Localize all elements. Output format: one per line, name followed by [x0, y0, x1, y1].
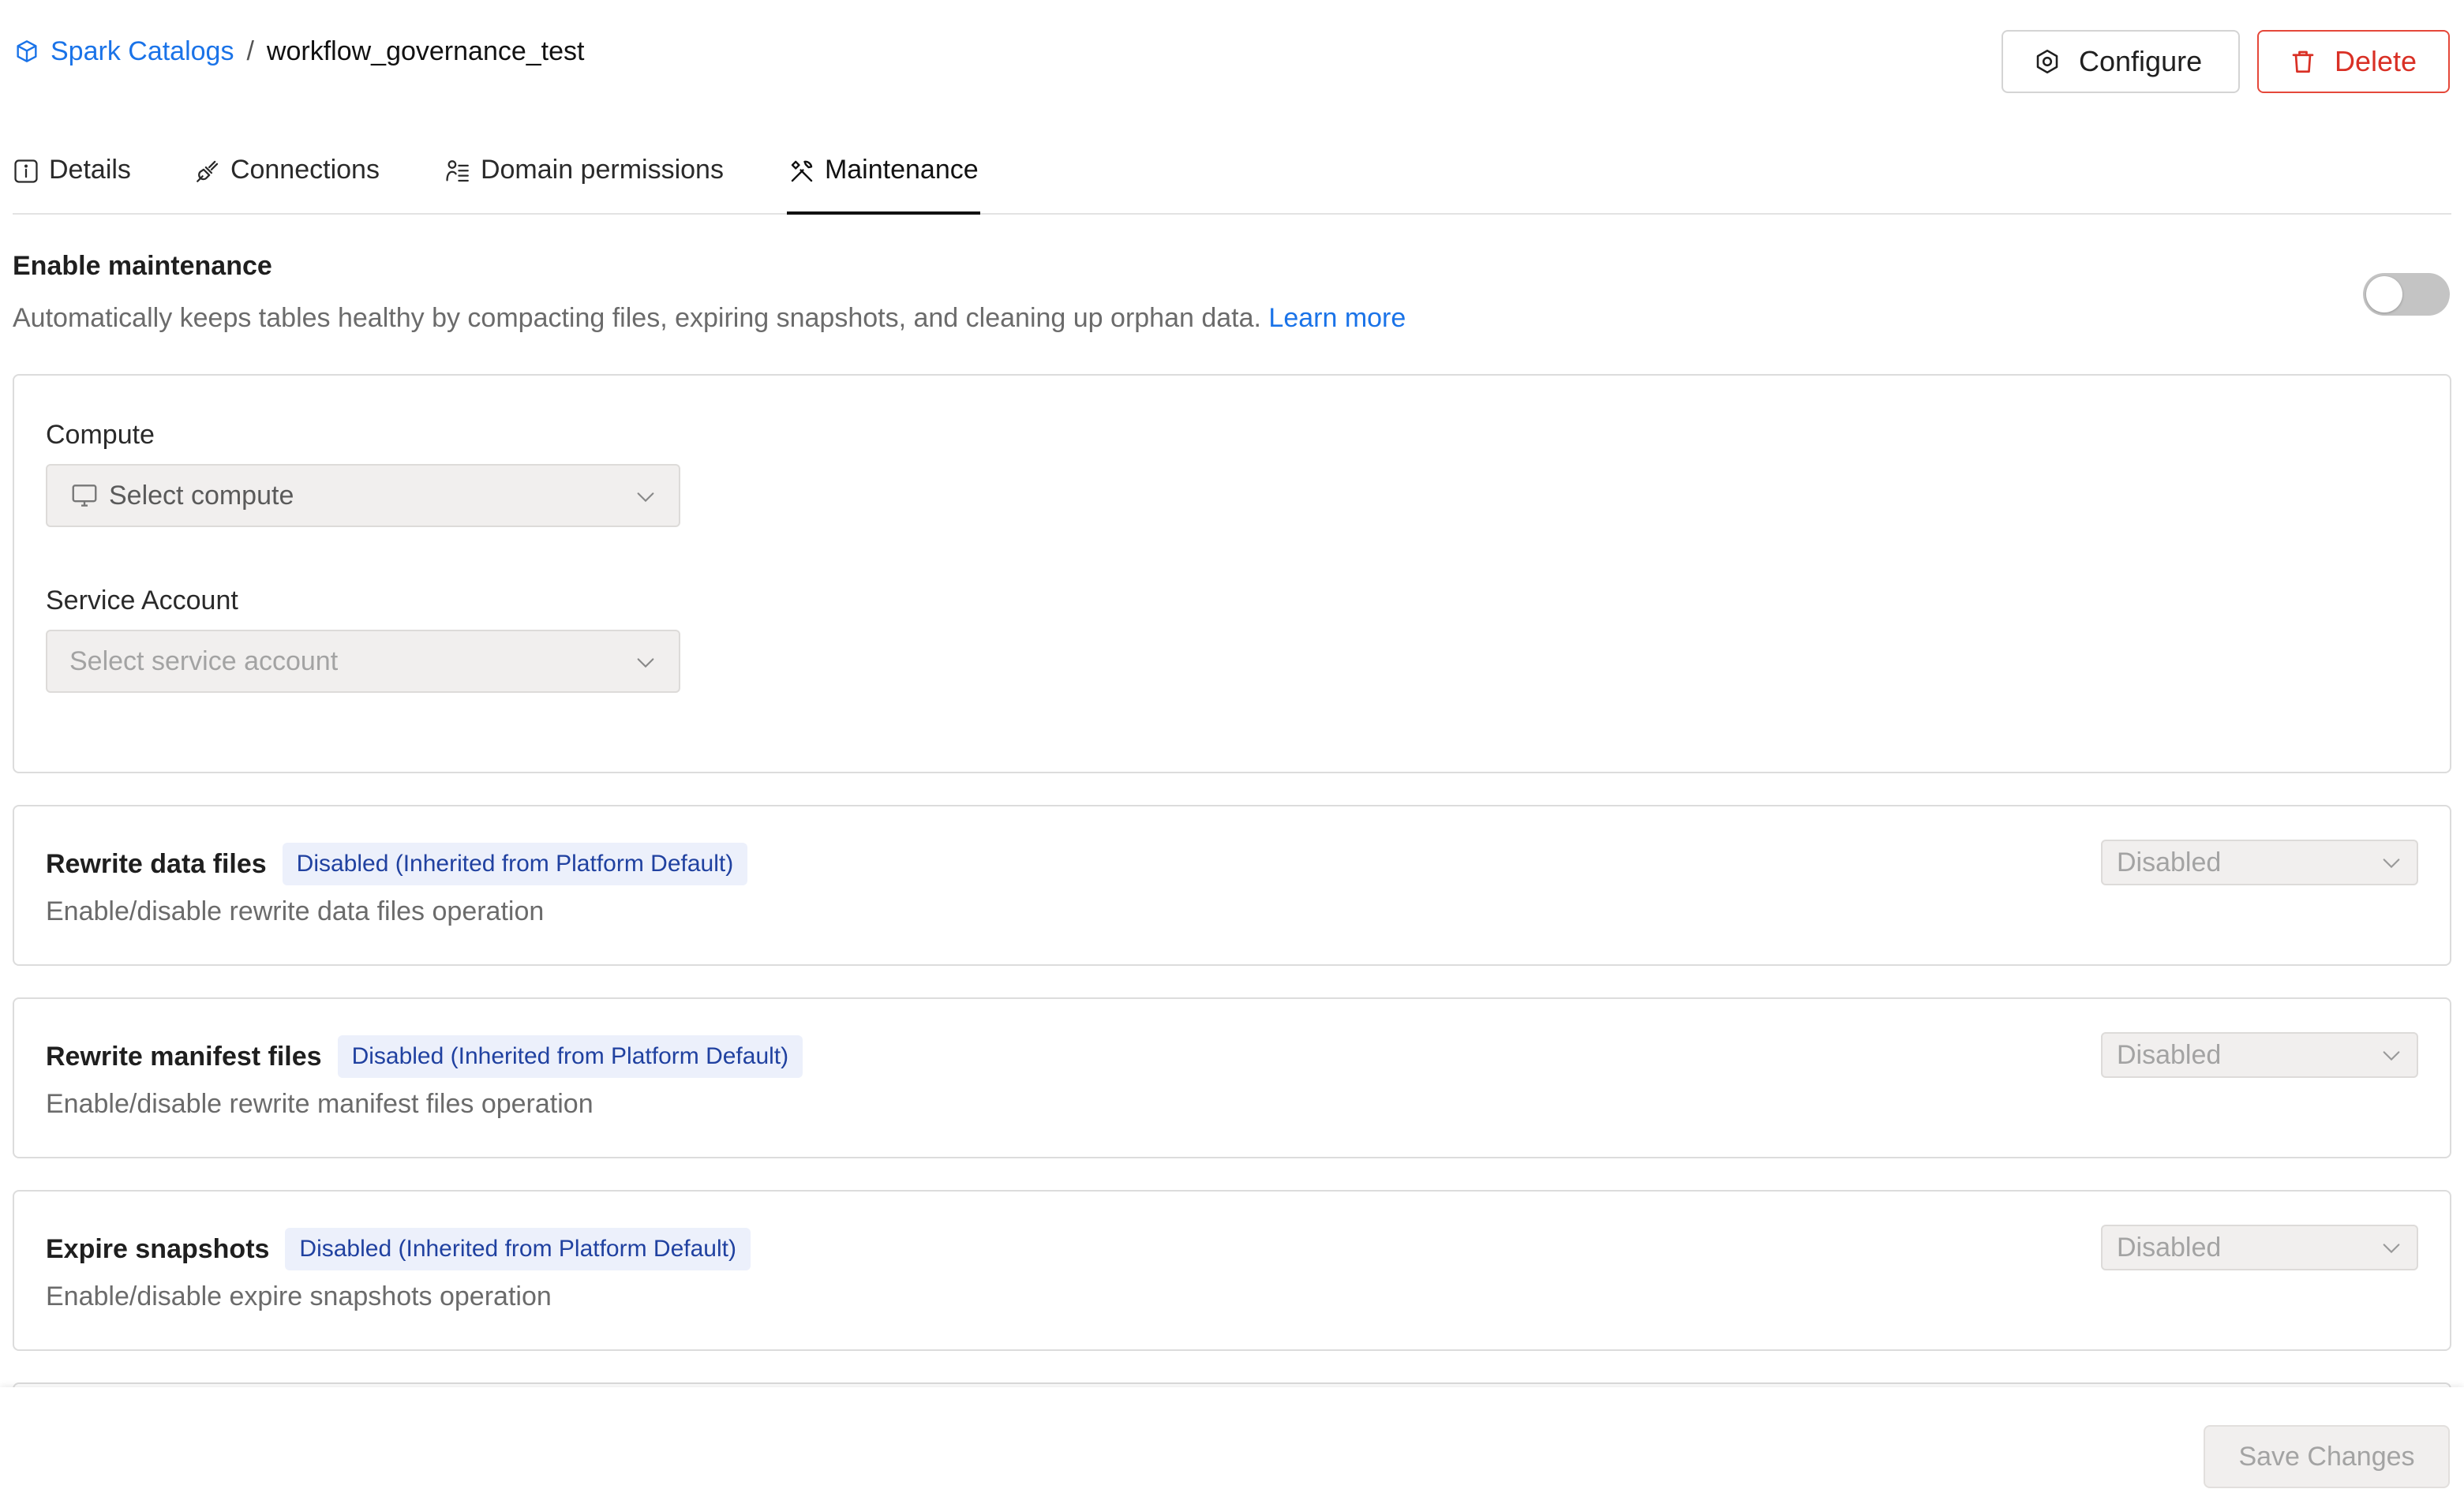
status-badge: Disabled (Inherited from Platform Defaul…	[282, 843, 748, 885]
compute-settings-card: Compute Select compute Service Account S…	[13, 374, 2451, 773]
operation-status-select[interactable]: Disabled	[2101, 1225, 2418, 1270]
tab-details[interactable]: Details	[13, 136, 131, 213]
operation-title-row: Expire snapshots Disabled (Inherited fro…	[46, 1228, 751, 1270]
operation-card-rewrite-data-files: Rewrite data files Disabled (Inherited f…	[13, 805, 2451, 966]
operation-description: Enable/disable rewrite data files operat…	[46, 896, 545, 926]
operation-status-select[interactable]: Disabled	[2101, 1032, 2418, 1078]
enable-maintenance-description: Automatically keeps tables healthy by co…	[13, 303, 1406, 334]
tab-domain-permissions[interactable]: Domain permissions	[444, 136, 724, 213]
service-account-select-placeholder: Select service account	[69, 645, 339, 676]
enable-maintenance-description-text: Automatically keeps tables healthy by co…	[13, 303, 1261, 333]
plug-icon	[197, 160, 219, 182]
operation-title-row: Rewrite manifest files Disabled (Inherit…	[46, 1035, 803, 1078]
operation-name: Rewrite data files	[46, 848, 267, 879]
service-account-select[interactable]: Select service account	[46, 630, 680, 693]
operation-status-value: Disabled	[2117, 847, 2222, 877]
tab-maintenance-label: Maintenance	[824, 155, 979, 185]
operation-card-expire-snapshots: Expire snapshots Disabled (Inherited fro…	[13, 1190, 2451, 1351]
header-actions: Configure Delete	[2002, 30, 2450, 93]
breadcrumb-current: workflow_governance_test	[266, 36, 585, 66]
configure-label: Configure	[2079, 45, 2203, 77]
chevron-down-icon	[637, 658, 654, 668]
chevron-down-icon	[2383, 859, 2400, 869]
operation-status-select[interactable]: Disabled	[2101, 840, 2418, 885]
chevron-down-icon	[2383, 1051, 2400, 1061]
enable-maintenance-title: Enable maintenance	[13, 251, 272, 281]
status-badge: Disabled (Inherited from Platform Defaul…	[337, 1035, 803, 1078]
tab-connections[interactable]: Connections	[194, 136, 380, 213]
compute-label: Compute	[46, 420, 155, 450]
compute-select-placeholder: Select compute	[109, 480, 294, 511]
tab-domain-permissions-label: Domain permissions	[480, 155, 724, 185]
domain-permissions-icon	[446, 160, 469, 182]
operation-title-row: Rewrite data files Disabled (Inherited f…	[46, 843, 748, 885]
delete-label: Delete	[2335, 45, 2417, 77]
maintenance-page: Spark Catalogs / workflow_governance_tes…	[0, 0, 2464, 1504]
delete-button[interactable]: Delete	[2257, 30, 2450, 93]
chevron-down-icon	[637, 492, 654, 503]
operation-name: Expire snapshots	[46, 1233, 270, 1264]
configure-button[interactable]: Configure	[2002, 30, 2240, 93]
service-account-label: Service Account	[46, 586, 238, 615]
chevron-down-icon	[2383, 1244, 2400, 1254]
enable-maintenance-toggle[interactable]	[2363, 273, 2450, 316]
save-changes-button[interactable]: Save Changes	[2204, 1425, 2450, 1488]
tools-icon	[791, 160, 813, 182]
breadcrumb-parent-link[interactable]: Spark Catalogs	[14, 36, 234, 67]
learn-more-link[interactable]: Learn more	[1268, 303, 1406, 333]
tab-maintenance[interactable]: Maintenance	[786, 136, 980, 215]
breadcrumb-separator: /	[246, 36, 254, 66]
operation-description: Enable/disable rewrite manifest files op…	[46, 1089, 594, 1119]
tab-details-label: Details	[49, 155, 131, 185]
operation-status-value: Disabled	[2117, 1232, 2222, 1263]
cube-icon	[17, 40, 37, 62]
info-icon	[14, 159, 38, 183]
tab-bar: Details Connections Domain permissions M…	[13, 136, 2451, 215]
tab-connections-label: Connections	[230, 155, 380, 185]
monitor-icon	[72, 484, 97, 507]
operation-card-rewrite-manifest-files: Rewrite manifest files Disabled (Inherit…	[13, 997, 2451, 1158]
breadcrumb: Spark Catalogs / workflow_governance_tes…	[14, 32, 584, 71]
operation-name: Rewrite manifest files	[46, 1041, 322, 1072]
operation-status-value: Disabled	[2117, 1039, 2222, 1070]
status-badge: Disabled (Inherited from Platform Defaul…	[285, 1228, 751, 1270]
breadcrumb-parent-label: Spark Catalogs	[51, 36, 234, 66]
trash-icon	[2292, 51, 2314, 73]
footer-bar: Save Changes	[0, 1387, 2464, 1504]
toggle-knob	[2366, 276, 2402, 312]
configure-icon	[2036, 49, 2058, 74]
compute-select[interactable]: Select compute	[46, 464, 680, 527]
operation-description: Enable/disable expire snapshots operatio…	[46, 1281, 552, 1311]
